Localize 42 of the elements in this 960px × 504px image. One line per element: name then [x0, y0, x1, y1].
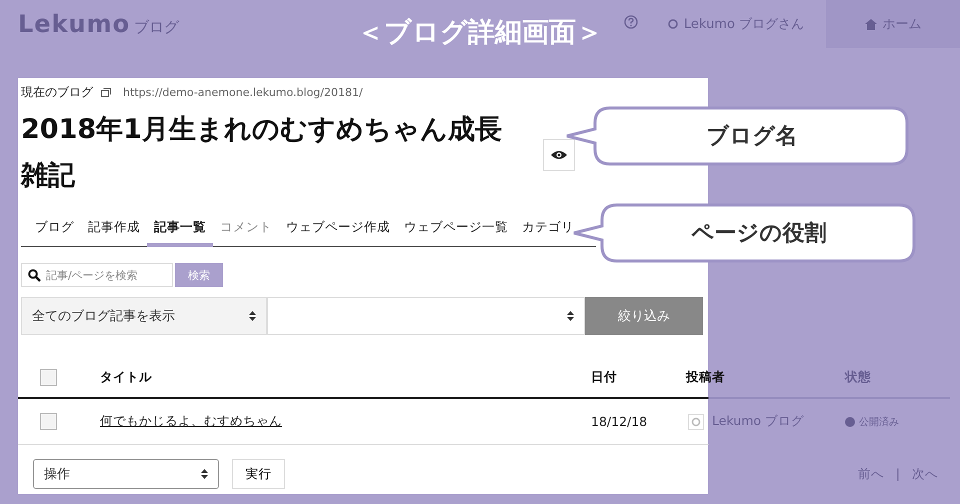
separator: | [896, 466, 900, 482]
post-title-link[interactable]: 何でもかじるよ、むすめちゃん [100, 413, 282, 430]
nav-tab[interactable]: カテゴリ [515, 213, 581, 247]
user-icon [668, 19, 678, 29]
search-icon [28, 268, 41, 282]
avatar-icon [688, 414, 704, 430]
callout-text: ページの役割 [692, 220, 826, 248]
current-blog-label: 現在のブログ [21, 84, 93, 101]
date-cell-text: 18/12/18 [591, 414, 648, 429]
nav-tab[interactable]: ウェブページ一覧 [397, 213, 515, 247]
category-select[interactable] [267, 297, 585, 335]
callout-text: ブログ名 [706, 123, 798, 151]
column-header: 投稿者 [686, 368, 726, 386]
filter-button[interactable]: 絞り込み [585, 297, 703, 335]
search-box[interactable]: 記事/ページを検索 [21, 263, 173, 287]
sort-arrows-icon [249, 311, 256, 321]
column-header: 状態 [845, 368, 872, 386]
column-header: 日付 [591, 368, 618, 386]
eye-icon [551, 150, 567, 160]
blog-url: https://demo-anemone.lekumo.blog/20181/ [123, 86, 363, 99]
logo-suffix: ブログ [134, 18, 180, 37]
column-header: タイトル [100, 368, 153, 386]
row-checkbox[interactable] [40, 413, 57, 430]
sort-arrows-icon [201, 469, 208, 479]
sort-arrows-icon [567, 311, 574, 321]
run-button[interactable]: 実行 [232, 459, 285, 489]
select-all-checkbox[interactable] [40, 368, 57, 386]
author-cell: Lekumo ブログ [712, 413, 804, 430]
status-cell-text: 公開済み [859, 416, 899, 428]
preview-button[interactable] [543, 139, 575, 171]
page-heading: ＜ブログ詳細画面＞ [357, 16, 603, 50]
blog-name: 2018年1月生まれのむすめちゃん成長雑記 [21, 113, 503, 193]
nav-tab[interactable]: 記事作成 [81, 213, 147, 247]
bulk-action-select[interactable]: 操作 [33, 459, 219, 489]
nav-tab[interactable]: ブログ [28, 213, 81, 247]
window-icon [101, 88, 111, 97]
nav-tab[interactable]: ウェブページ作成 [279, 213, 397, 247]
post-type-select[interactable]: 全てのブログ記事を表示 [21, 297, 267, 335]
help-icon[interactable] [624, 15, 638, 29]
nav-tab[interactable]: 記事一覧 [147, 213, 213, 247]
home-icon [864, 18, 876, 30]
logo: Lekumo [18, 10, 130, 38]
